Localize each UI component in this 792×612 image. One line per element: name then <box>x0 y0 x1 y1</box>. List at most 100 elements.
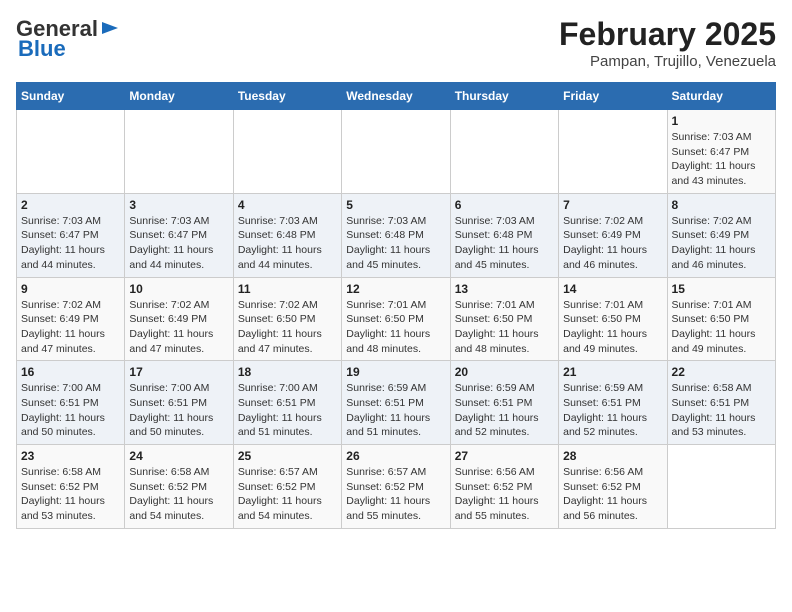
day-info: Sunrise: 6:59 AMSunset: 6:51 PMDaylight:… <box>455 381 554 440</box>
calendar-day-header: Monday <box>125 83 233 110</box>
calendar-day-header: Wednesday <box>342 83 450 110</box>
day-info: Sunrise: 7:00 AMSunset: 6:51 PMDaylight:… <box>238 381 337 440</box>
day-number: 23 <box>21 449 120 463</box>
calendar-cell: 8 Sunrise: 7:02 AMSunset: 6:49 PMDaylight… <box>667 193 775 277</box>
day-number: 16 <box>21 365 120 379</box>
day-number: 9 <box>21 282 120 296</box>
calendar-cell: 11 Sunrise: 7:02 AMSunset: 6:50 PMDayligh… <box>233 277 341 361</box>
day-info: Sunrise: 7:02 AMSunset: 6:49 PMDaylight:… <box>672 214 771 273</box>
day-info: Sunrise: 7:03 AMSunset: 6:48 PMDaylight:… <box>238 214 337 273</box>
calendar-cell: 14Sunrise: 7:01 AMSunset: 6:50 PMDayligh… <box>559 277 667 361</box>
calendar-cell: 23 Sunrise: 6:58 AMSunset: 6:52 PMDayligh… <box>17 445 125 529</box>
day-info: Sunrise: 7:02 AMSunset: 6:49 PMDaylight:… <box>21 298 120 357</box>
day-number: 18 <box>238 365 337 379</box>
calendar-cell: 9 Sunrise: 7:02 AMSunset: 6:49 PMDaylight… <box>17 277 125 361</box>
day-number: 13 <box>455 282 554 296</box>
calendar-cell: 18 Sunrise: 7:00 AMSunset: 6:51 PMDayligh… <box>233 361 341 445</box>
calendar-cell: 22 Sunrise: 6:58 AMSunset: 6:51 PMDayligh… <box>667 361 775 445</box>
day-number: 7 <box>563 198 662 212</box>
calendar-cell: 21 Sunrise: 6:59 AMSunset: 6:51 PMDayligh… <box>559 361 667 445</box>
page-subtitle: Pampan, Trujillo, Venezuela <box>559 53 776 70</box>
calendar-cell <box>667 445 775 529</box>
calendar-day-header: Friday <box>559 83 667 110</box>
day-number: 27 <box>455 449 554 463</box>
calendar-week-row: 16 Sunrise: 7:00 AMSunset: 6:51 PMDayligh… <box>17 361 776 445</box>
day-number: 4 <box>238 198 337 212</box>
calendar-week-row: 9 Sunrise: 7:02 AMSunset: 6:49 PMDaylight… <box>17 277 776 361</box>
day-info: Sunrise: 7:00 AMSunset: 6:51 PMDaylight:… <box>129 381 228 440</box>
calendar-cell: 6 Sunrise: 7:03 AMSunset: 6:48 PMDaylight… <box>450 193 558 277</box>
day-number: 19 <box>346 365 445 379</box>
day-info: Sunrise: 6:58 AMSunset: 6:52 PMDaylight:… <box>21 465 120 524</box>
calendar-day-header: Thursday <box>450 83 558 110</box>
day-info: Sunrise: 7:01 AMSunset: 6:50 PMDaylight:… <box>346 298 445 357</box>
day-info: Sunrise: 6:59 AMSunset: 6:51 PMDaylight:… <box>346 381 445 440</box>
day-number: 26 <box>346 449 445 463</box>
day-number: 28 <box>563 449 662 463</box>
calendar-table: SundayMondayTuesdayWednesdayThursdayFrid… <box>16 82 776 529</box>
calendar-cell: 10 Sunrise: 7:02 AMSunset: 6:49 PMDayligh… <box>125 277 233 361</box>
calendar-cell: 16 Sunrise: 7:00 AMSunset: 6:51 PMDayligh… <box>17 361 125 445</box>
day-info: Sunrise: 7:01 AMSunset: 6:50 PMDaylight:… <box>455 298 554 357</box>
day-info: Sunrise: 6:57 AMSunset: 6:52 PMDaylight:… <box>346 465 445 524</box>
calendar-cell: 27 Sunrise: 6:56 AMSunset: 6:52 PMDayligh… <box>450 445 558 529</box>
calendar-cell: 7Sunrise: 7:02 AMSunset: 6:49 PMDaylight… <box>559 193 667 277</box>
day-info: Sunrise: 7:02 AMSunset: 6:50 PMDaylight:… <box>238 298 337 357</box>
day-info: Sunrise: 7:02 AMSunset: 6:49 PMDaylight:… <box>129 298 228 357</box>
calendar-cell: 4 Sunrise: 7:03 AMSunset: 6:48 PMDaylight… <box>233 193 341 277</box>
day-info: Sunrise: 6:57 AMSunset: 6:52 PMDaylight:… <box>238 465 337 524</box>
calendar-cell: 15 Sunrise: 7:01 AMSunset: 6:50 PMDayligh… <box>667 277 775 361</box>
day-info: Sunrise: 6:58 AMSunset: 6:51 PMDaylight:… <box>672 381 771 440</box>
day-info: Sunrise: 7:00 AMSunset: 6:51 PMDaylight:… <box>21 381 120 440</box>
calendar-cell: 28 Sunrise: 6:56 AMSunset: 6:52 PMDayligh… <box>559 445 667 529</box>
calendar-cell: 25 Sunrise: 6:57 AMSunset: 6:52 PMDayligh… <box>233 445 341 529</box>
calendar-cell: 3 Sunrise: 7:03 AMSunset: 6:47 PMDaylight… <box>125 193 233 277</box>
day-number: 12 <box>346 282 445 296</box>
calendar-cell: 2 Sunrise: 7:03 AMSunset: 6:47 PMDaylight… <box>17 193 125 277</box>
day-number: 2 <box>21 198 120 212</box>
calendar-cell: 13 Sunrise: 7:01 AMSunset: 6:50 PMDayligh… <box>450 277 558 361</box>
day-number: 22 <box>672 365 771 379</box>
day-number: 21 <box>563 365 662 379</box>
calendar-cell: 12 Sunrise: 7:01 AMSunset: 6:50 PMDayligh… <box>342 277 450 361</box>
day-number: 25 <box>238 449 337 463</box>
title-block: February 2025 Pampan, Trujillo, Venezuel… <box>559 16 776 70</box>
day-info: Sunrise: 7:03 AMSunset: 6:48 PMDaylight:… <box>455 214 554 273</box>
calendar-week-row: 2 Sunrise: 7:03 AMSunset: 6:47 PMDaylight… <box>17 193 776 277</box>
calendar-cell: 26 Sunrise: 6:57 AMSunset: 6:52 PMDayligh… <box>342 445 450 529</box>
day-number: 20 <box>455 365 554 379</box>
calendar-header-row: SundayMondayTuesdayWednesdayThursdayFrid… <box>17 83 776 110</box>
calendar-cell <box>233 110 341 194</box>
calendar-cell <box>450 110 558 194</box>
calendar-cell <box>125 110 233 194</box>
calendar-cell: 1 Sunrise: 7:03 AMSunset: 6:47 PMDaylight… <box>667 110 775 194</box>
logo: General Blue <box>16 16 120 62</box>
calendar-cell: 24Sunrise: 6:58 AMSunset: 6:52 PMDayligh… <box>125 445 233 529</box>
day-info: Sunrise: 7:01 AMSunset: 6:50 PMDaylight:… <box>672 298 771 357</box>
day-number: 5 <box>346 198 445 212</box>
day-info: Sunrise: 6:56 AMSunset: 6:52 PMDaylight:… <box>563 465 662 524</box>
calendar-cell: 5Sunrise: 7:03 AMSunset: 6:48 PMDaylight… <box>342 193 450 277</box>
day-info: Sunrise: 6:59 AMSunset: 6:51 PMDaylight:… <box>563 381 662 440</box>
day-info: Sunrise: 7:03 AMSunset: 6:47 PMDaylight:… <box>21 214 120 273</box>
calendar-day-header: Tuesday <box>233 83 341 110</box>
day-number: 3 <box>129 198 228 212</box>
day-number: 15 <box>672 282 771 296</box>
day-number: 1 <box>672 114 771 128</box>
calendar-week-row: 1 Sunrise: 7:03 AMSunset: 6:47 PMDaylight… <box>17 110 776 194</box>
calendar-cell: 19 Sunrise: 6:59 AMSunset: 6:51 PMDayligh… <box>342 361 450 445</box>
day-number: 8 <box>672 198 771 212</box>
day-info: Sunrise: 7:03 AMSunset: 6:47 PMDaylight:… <box>129 214 228 273</box>
calendar-cell: 17Sunrise: 7:00 AMSunset: 6:51 PMDayligh… <box>125 361 233 445</box>
day-number: 6 <box>455 198 554 212</box>
day-number: 11 <box>238 282 337 296</box>
day-number: 10 <box>129 282 228 296</box>
calendar-cell <box>17 110 125 194</box>
logo-blue-text: Blue <box>18 36 66 62</box>
calendar-day-header: Saturday <box>667 83 775 110</box>
day-info: Sunrise: 7:03 AMSunset: 6:47 PMDaylight:… <box>672 130 771 189</box>
page-header: General Blue February 2025 Pampan, Truji… <box>16 16 776 70</box>
day-info: Sunrise: 6:56 AMSunset: 6:52 PMDaylight:… <box>455 465 554 524</box>
calendar-cell: 20 Sunrise: 6:59 AMSunset: 6:51 PMDayligh… <box>450 361 558 445</box>
day-info: Sunrise: 7:01 AMSunset: 6:50 PMDaylight:… <box>563 298 662 357</box>
